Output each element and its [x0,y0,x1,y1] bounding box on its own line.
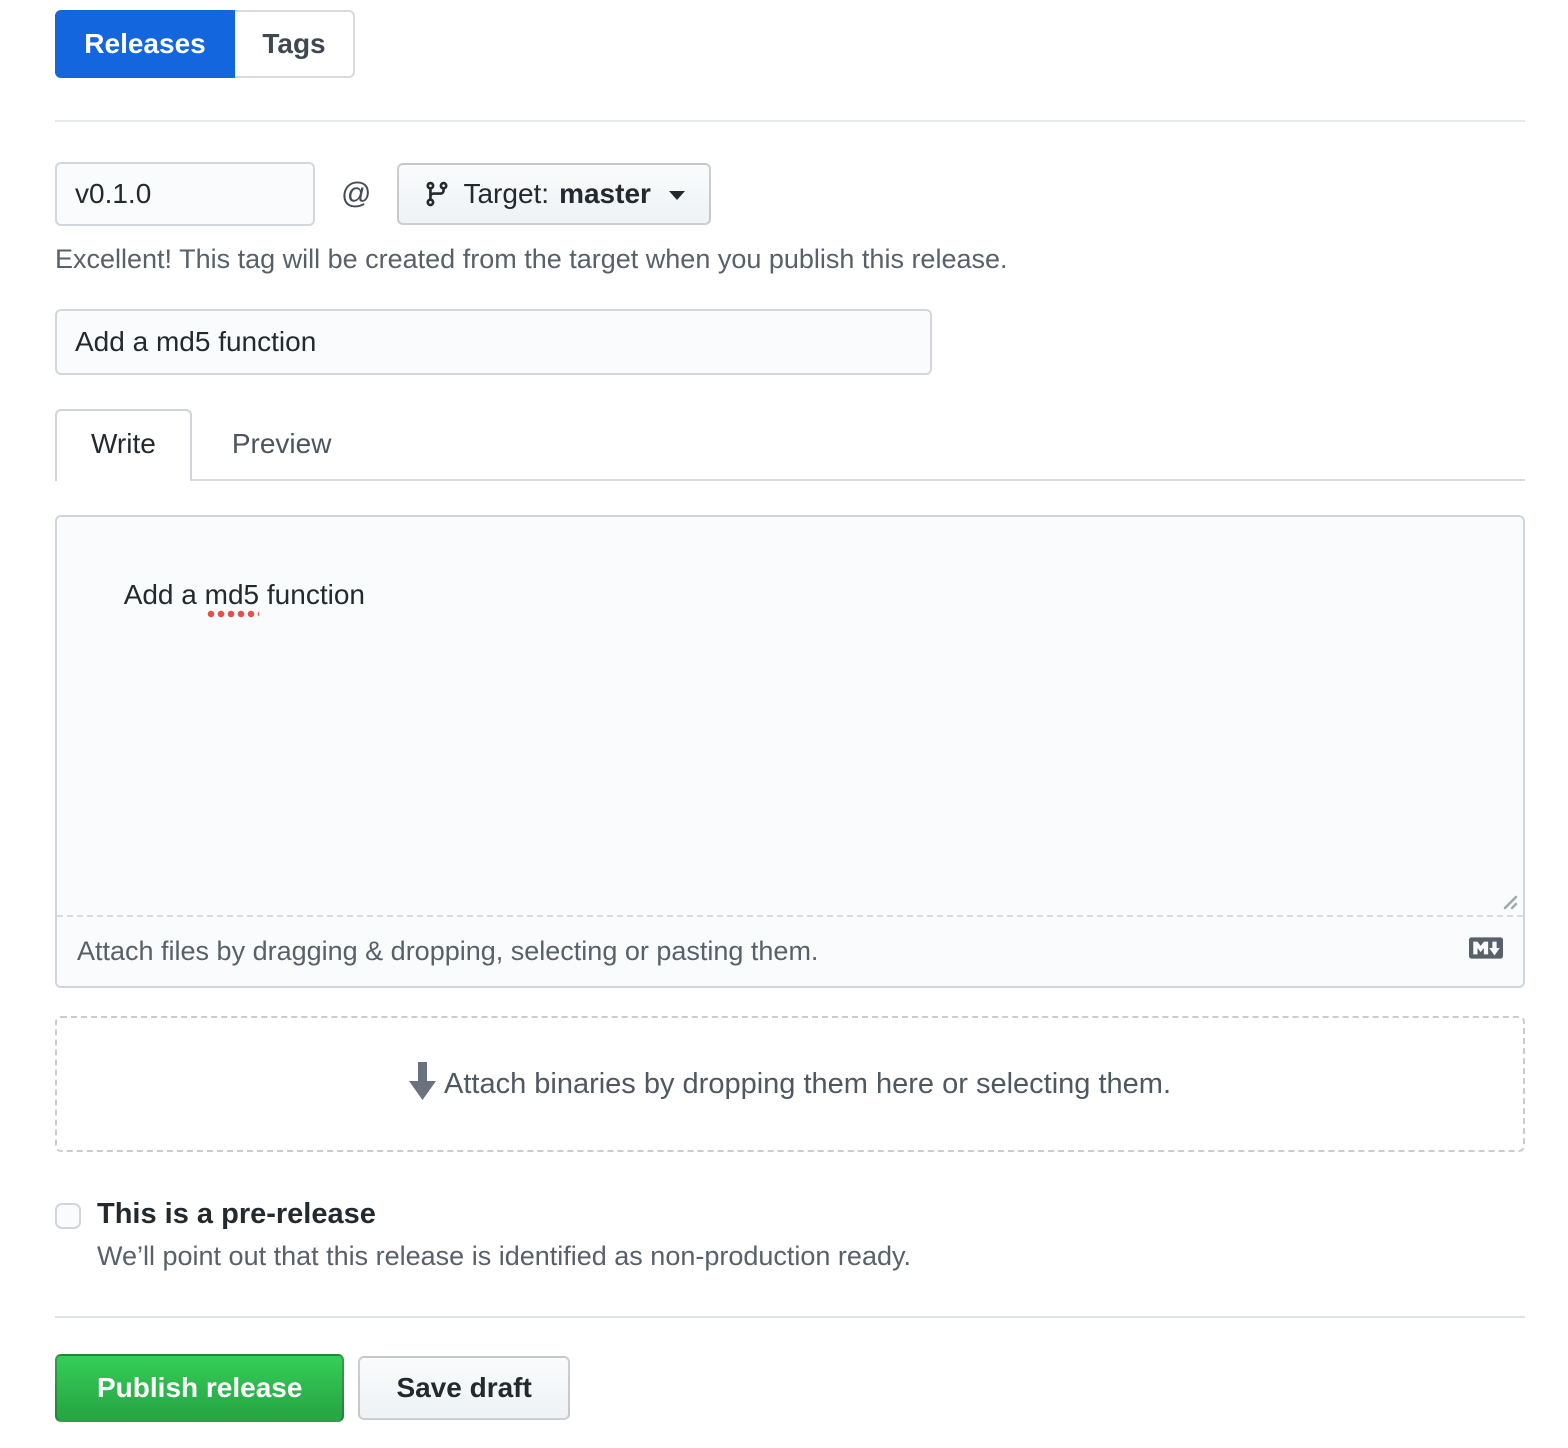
releases-tags-subnav: Releases Tags [55,10,1525,78]
attach-files-bar[interactable]: Attach files by dragging & dropping, sel… [57,915,1523,986]
attach-binaries-dropzone[interactable]: Attach binaries by dropping them here or… [55,1016,1525,1152]
tag-name-input[interactable] [55,162,315,226]
save-draft-button[interactable]: Save draft [358,1356,570,1420]
prerelease-checkbox[interactable] [55,1203,81,1229]
form-actions: Publish release Save draft [55,1354,1525,1422]
subnav-tags-button[interactable]: Tags [235,10,355,78]
caret-down-icon [668,191,685,200]
target-branch-name: master [559,178,651,209]
prerelease-texts: This is a pre-release We’ll point out th… [97,1198,911,1272]
tag-target-row: @ Target: master [55,162,1525,226]
resize-handle-icon[interactable] [1495,887,1519,911]
target-label: Target: [463,178,550,209]
bottom-divider [55,1316,1525,1318]
down-arrow-icon [408,1061,436,1107]
publish-release-button[interactable]: Publish release [55,1354,345,1422]
dropzone-hint: Attach binaries by dropping them here or… [443,1067,1171,1100]
release-description-textarea[interactable]: Add a md5 function [57,517,1523,915]
release-description-editor: Add a md5 function Attach files by dragg… [55,515,1525,988]
markdown-icon[interactable] [1469,931,1503,972]
prerelease-description: We’ll point out that this release is ide… [97,1241,911,1271]
prerelease-label[interactable]: This is a pre-release [97,1198,911,1231]
subnav-releases-button[interactable]: Releases [55,10,235,78]
target-branch-dropdown[interactable]: Target: master [397,163,711,225]
body-text-misspelled: md5 [204,579,260,618]
at-separator: @ [341,177,372,210]
new-release-form: Releases Tags @ Target: master Excellent… [55,0,1525,1448]
dropzone-content: Attach binaries by dropping them here or… [408,1061,1171,1107]
tab-preview[interactable]: Preview [196,409,368,479]
release-title-input[interactable] [55,309,932,375]
tab-write[interactable]: Write [55,409,192,481]
tag-status-text: Excellent! This tag will be created from… [55,244,1008,274]
top-divider [55,120,1525,122]
attach-files-hint: Attach files by dragging & dropping, sel… [77,936,819,966]
body-text: Add a [123,579,205,610]
body-text: function [259,579,365,610]
editor-tabnav: Write Preview [55,409,1525,481]
prerelease-section: This is a pre-release We’ll point out th… [55,1198,1525,1272]
git-branch-icon [423,180,451,208]
